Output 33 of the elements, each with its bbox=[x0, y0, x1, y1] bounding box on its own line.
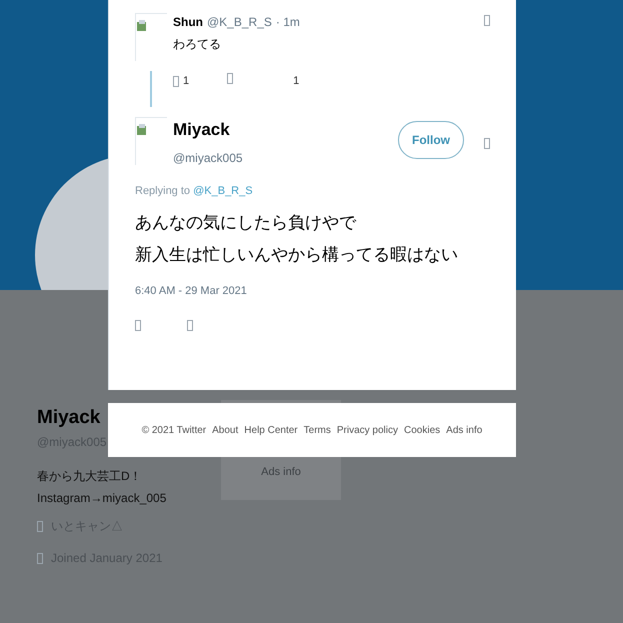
footer-link[interactable]: Ads info bbox=[446, 422, 482, 438]
author-handle: @miyack005 bbox=[173, 150, 243, 166]
missing-glyph-icon bbox=[173, 76, 179, 87]
footer-link[interactable]: Terms bbox=[304, 422, 331, 438]
footer-link[interactable]: Privacy policy bbox=[336, 422, 398, 438]
bio-line: Instagram→miyack_005 bbox=[37, 490, 166, 507]
author-name[interactable]: Shun bbox=[173, 13, 203, 31]
missing-glyph-icon bbox=[187, 320, 193, 330]
profile-name: Miyack bbox=[37, 406, 100, 430]
tweet-text-line: 新入生は忙しいんやから構ってる暇はない bbox=[135, 244, 458, 266]
author-name[interactable]: Miyack bbox=[173, 117, 243, 142]
reply-button[interactable]: 1 bbox=[173, 73, 190, 90]
tweet-timestamp: 6:40 AM - 29 Mar 2021 bbox=[135, 284, 248, 299]
tweet-text-line: あんなの気にしたら負けやで bbox=[135, 212, 356, 234]
missing-glyph-icon bbox=[37, 520, 43, 532]
author-handle: @K_B_R_S bbox=[207, 14, 272, 31]
replying-to-text: Replying to @K_B_R_S bbox=[135, 184, 254, 198]
broken-image-icon bbox=[135, 13, 167, 61]
broken-image-icon bbox=[135, 117, 167, 165]
missing-glyph-icon bbox=[484, 138, 490, 149]
tweet-time: · 1m bbox=[276, 14, 300, 31]
footer-link[interactable]: © 2021 Twitter bbox=[142, 422, 206, 438]
tweet-text: わろてる bbox=[173, 36, 222, 53]
like-count: 1 bbox=[293, 74, 300, 89]
footer-link[interactable]: About bbox=[212, 422, 238, 438]
footer-link[interactable]: Cookies bbox=[404, 422, 440, 438]
missing-glyph-icon bbox=[37, 552, 43, 564]
thread-line bbox=[150, 71, 152, 107]
missing-glyph-icon bbox=[135, 320, 141, 330]
missing-glyph-icon bbox=[227, 73, 234, 84]
footer-link[interactable]: Help Center bbox=[244, 422, 298, 438]
bio-line: 春から九大芸工D！ bbox=[37, 468, 143, 485]
missing-glyph-icon bbox=[484, 15, 490, 26]
